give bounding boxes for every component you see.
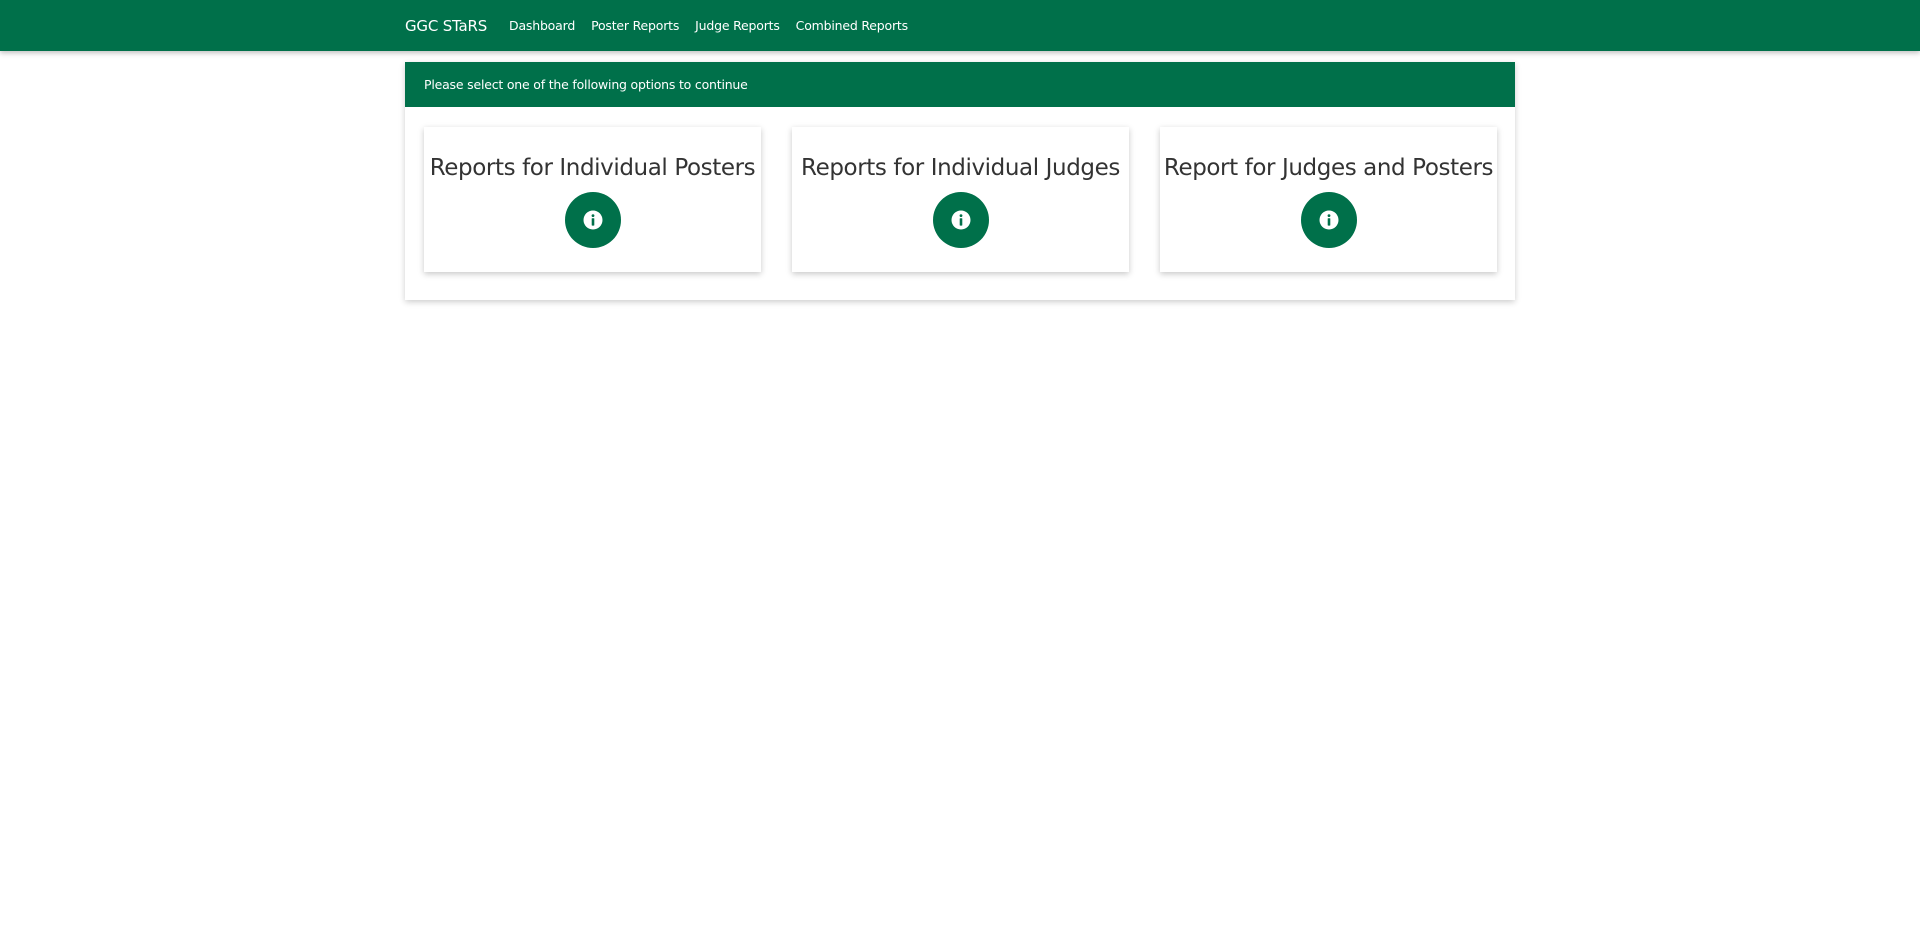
nav-link-poster-reports[interactable]: Poster Reports [591, 18, 679, 33]
options-cards: Reports for Individual Posters Reports f… [405, 107, 1515, 300]
info-circle-icon [951, 210, 970, 230]
info-button[interactable] [932, 192, 989, 248]
card-title: Reports for Individual Posters [429, 155, 756, 181]
info-button[interactable] [564, 192, 621, 248]
nav-link-judge-reports[interactable]: Judge Reports [695, 18, 780, 33]
card-individual-judges[interactable]: Reports for Individual Judges [792, 127, 1129, 272]
panel-header: Please select one of the following optio… [405, 62, 1515, 107]
navbar-content: GGC STaRS Dashboard Poster Reports Judge… [405, 0, 924, 51]
info-button[interactable] [1300, 192, 1357, 248]
card-judges-and-posters[interactable]: Report for Judges and Posters [1160, 127, 1497, 272]
brand-link[interactable]: GGC STaRS [405, 17, 487, 35]
info-circle-icon [1319, 210, 1338, 230]
options-panel: Please select one of the following optio… [405, 62, 1515, 300]
top-navbar: GGC STaRS Dashboard Poster Reports Judge… [0, 0, 1920, 51]
info-circle-icon [583, 210, 602, 230]
nav-link-dashboard[interactable]: Dashboard [509, 18, 575, 33]
card-title: Reports for Individual Judges [801, 155, 1120, 181]
card-individual-posters[interactable]: Reports for Individual Posters [424, 127, 761, 272]
card-title: Report for Judges and Posters [1163, 155, 1494, 181]
nav-link-combined-reports[interactable]: Combined Reports [796, 18, 908, 33]
